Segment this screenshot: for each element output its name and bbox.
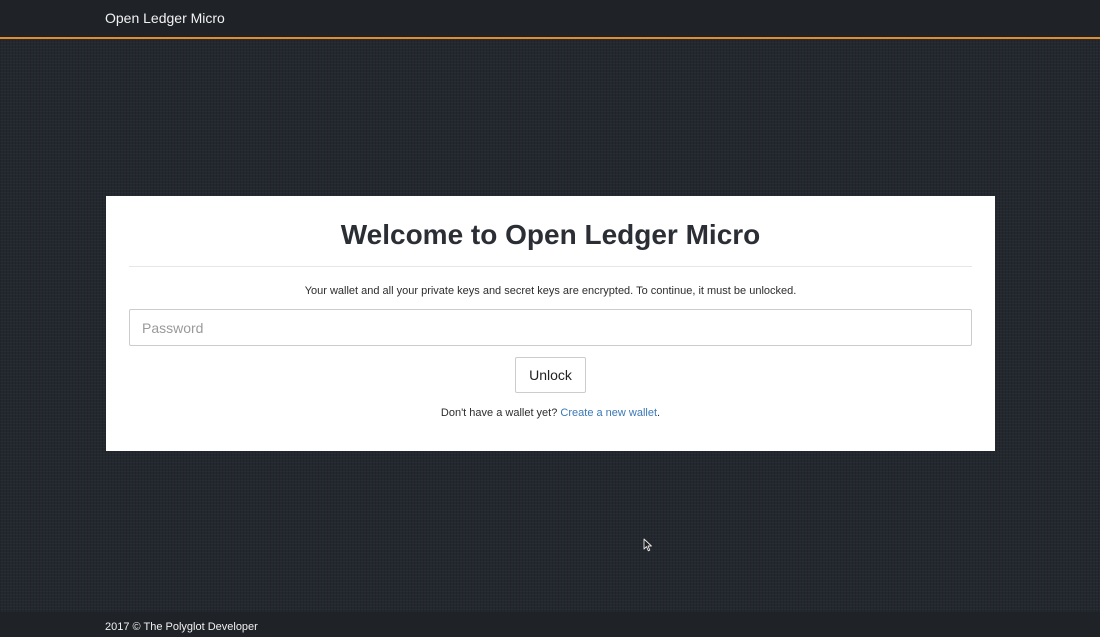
signup-suffix: . [657, 407, 661, 419]
signup-prefix: Don't have a wallet yet? [440, 407, 561, 419]
create-wallet-link[interactable]: Create a new wallet [560, 407, 657, 419]
unlock-button[interactable]: Unlock [515, 357, 586, 393]
signup-prompt: Don't have a wallet yet? Create a new wa… [129, 406, 972, 420]
footer: 2017 © The Polyglot Developer [0, 612, 1100, 637]
top-navbar: Open Ledger Micro [0, 0, 1100, 39]
password-input[interactable] [129, 309, 972, 346]
title-divider [129, 266, 972, 267]
intro-text: Your wallet and all your private keys an… [304, 285, 797, 297]
brand-link[interactable]: Open Ledger Micro [105, 10, 225, 26]
page-title: Welcome to Open Ledger Micro [340, 219, 761, 250]
mouse-pointer-icon [643, 538, 652, 552]
unlock-panel: Welcome to Open Ledger Micro Your wallet… [106, 196, 995, 451]
footer-copyright: 2017 © The Polyglot Developer [105, 621, 258, 633]
